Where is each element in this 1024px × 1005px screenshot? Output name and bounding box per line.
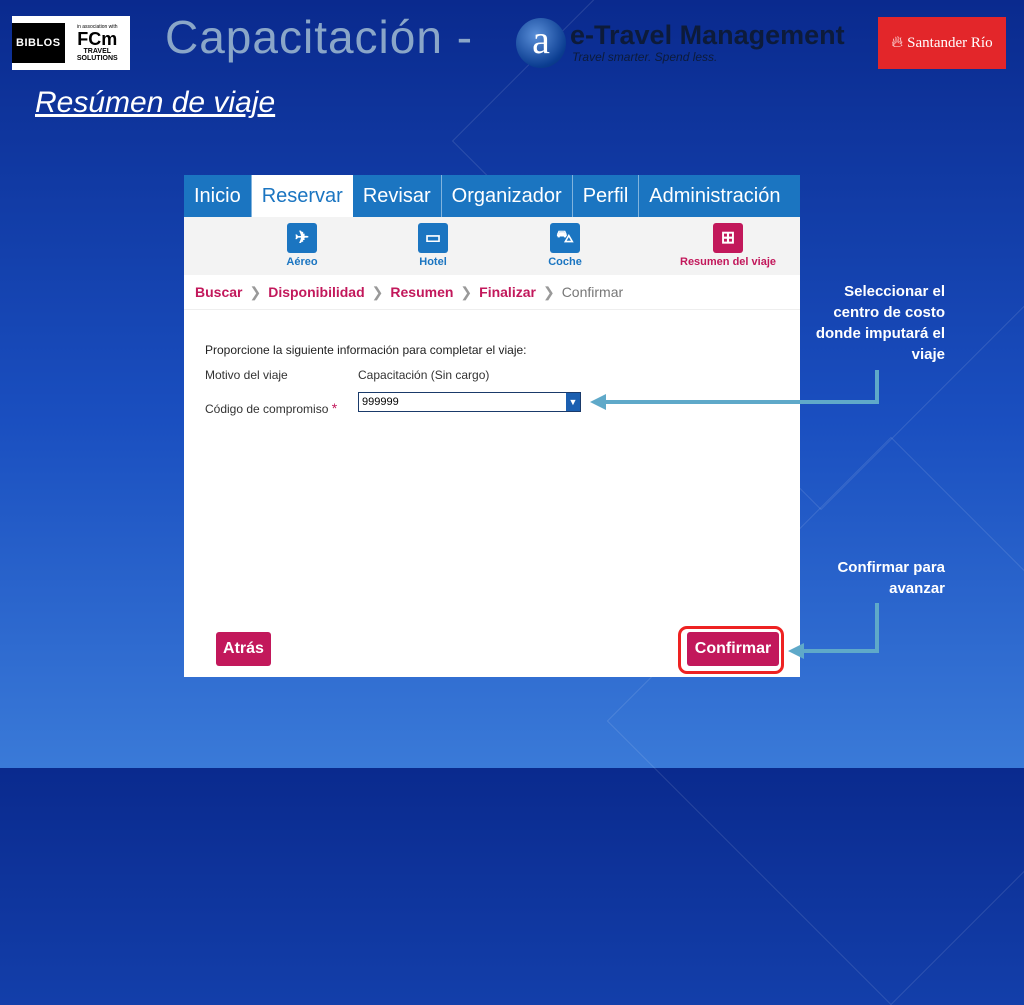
callout-arrow-select	[596, 370, 879, 404]
arrowhead-icon	[590, 394, 606, 410]
note-select-cost-center: Seleccionar el centro de costo donde imp…	[815, 283, 945, 363]
note-confirm: Confirmar para avanzar	[837, 559, 945, 597]
callout-arrows	[590, 370, 879, 659]
arrowhead-icon	[788, 643, 804, 659]
callout-arrow-confirm	[794, 603, 879, 653]
